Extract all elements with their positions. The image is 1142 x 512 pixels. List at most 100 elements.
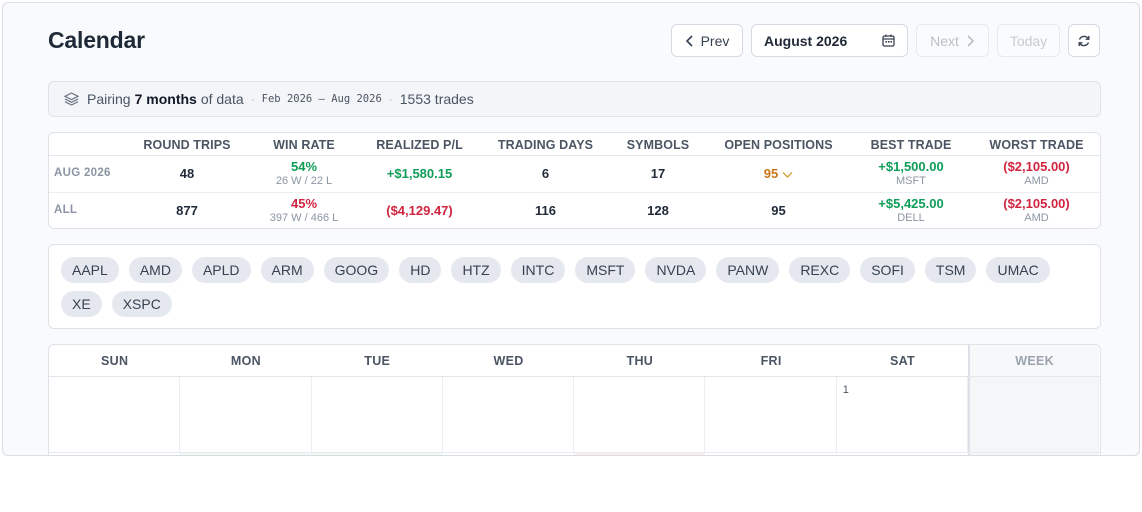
symbol-chip-amd[interactable]: AMD: [128, 257, 182, 283]
page-title: Calendar: [48, 27, 145, 53]
worst-trade-value: ($2,105.00): [1003, 195, 1070, 211]
best-trade-value: +$1,500.00: [878, 158, 944, 174]
pairing-suffix: of data: [200, 91, 244, 107]
next-week-preview: [49, 453, 1100, 455]
worst-trade-symbol: AMD: [1024, 174, 1049, 187]
weekday-header: TUE: [364, 353, 391, 368]
win-rate-sub: 26 W / 22 L: [275, 174, 333, 187]
day-cell-empty: [49, 377, 181, 452]
day-cell-empty: [312, 377, 443, 452]
symbol-chip-aapl[interactable]: AAPL: [61, 257, 119, 283]
calendar-header: SUN MON TUE WED THU FRI SAT WEEK: [49, 345, 1100, 377]
day-number: 1: [842, 384, 849, 396]
stats-row-month: AUG 2026 48 54% 26 W / 22 L +$1,580.15 6 …: [49, 155, 1100, 193]
best-trade-cell: +$1,500.00 MSFT: [851, 155, 971, 193]
row-label: AUG 2026: [49, 155, 124, 193]
week-summary-cell: [968, 377, 1100, 452]
win-rate-cell: 45% 397 W / 466 L: [250, 192, 358, 228]
row-label: ALL: [54, 204, 78, 217]
refresh-button[interactable]: [1068, 24, 1100, 57]
weekday-header: SAT: [889, 353, 915, 368]
round-trips-value: 48: [124, 155, 250, 193]
symbols-value: 17: [610, 155, 706, 193]
symbol-chip-intc[interactable]: INTC: [510, 257, 566, 283]
weekday-header: MON: [230, 353, 261, 368]
pairing-info-bar: Pairing 7 months of data · Feb 2026 – Au…: [48, 81, 1101, 117]
pairing-trades: 1553 trades: [399, 91, 474, 107]
best-trade-symbol: MSFT: [896, 174, 926, 187]
symbol-chip-nvda[interactable]: NVDA: [645, 257, 707, 283]
chevron-left-icon: [685, 34, 693, 47]
chevron-down-icon: [782, 171, 793, 178]
symbol-chip-apld[interactable]: APLD: [191, 257, 251, 283]
symbols-value: 128: [647, 203, 669, 219]
symbol-chip-arm[interactable]: ARM: [260, 257, 314, 283]
worst-trade-cell: ($2,105.00) AMD: [971, 155, 1100, 193]
open-positions-value: 95: [763, 166, 779, 181]
week-summary-preview: [968, 453, 1100, 455]
weekday-header: FRI: [760, 353, 782, 368]
col-header: WORST TRADE: [971, 133, 1100, 156]
trading-days-value: 6: [481, 155, 610, 193]
separator-dot: ·: [250, 92, 255, 106]
day-cell-preview: [442, 453, 575, 455]
weekday-header: THU: [626, 353, 654, 368]
win-rate-value: 54%: [290, 158, 318, 174]
next-button[interactable]: Next: [916, 24, 989, 57]
symbol-filter-panel: AAPL AMD APLD ARM GOOG HD HTZ INTC MSFT NVDA PANW R…: [48, 244, 1101, 329]
weekday-header: WED: [493, 353, 524, 368]
symbol-chip-goog[interactable]: GOOG: [323, 257, 390, 283]
worst-trade-value: ($2,105.00): [1003, 158, 1070, 174]
col-header: SYMBOLS: [610, 133, 706, 156]
symbol-chip-xe[interactable]: XE: [61, 291, 102, 317]
pairing-months: 7 months: [134, 91, 197, 107]
best-trade-value: +$5,425.00: [878, 195, 944, 211]
day-cell-empty: [180, 377, 312, 452]
stats-corner: [49, 133, 124, 156]
best-trade-symbol: DELL: [897, 211, 925, 224]
stats-table: ROUND TRIPS WIN RATE REALIZED P/L TRADIN…: [48, 132, 1101, 229]
symbol-chip-sofi[interactable]: SOFI: [860, 257, 915, 283]
worst-trade-cell: ($2,105.00) AMD: [971, 192, 1100, 228]
separator-dot: ·: [388, 92, 393, 106]
symbol-chip-panw[interactable]: PANW: [716, 257, 780, 283]
day-cell[interactable]: 1: [837, 377, 969, 452]
calendar-grid: SUN MON TUE WED THU FRI SAT WEEK 1: [48, 344, 1101, 455]
symbol-chip-rexc[interactable]: REXC: [789, 257, 851, 283]
day-cell-preview: [574, 453, 706, 455]
week-header: WEEK: [968, 345, 1100, 376]
col-header: WIN RATE: [250, 133, 358, 156]
symbol-chip-htz[interactable]: HTZ: [451, 257, 501, 283]
day-cell-empty: [705, 377, 837, 452]
app-window: Calendar Prev August 2026 Next Today Pai…: [2, 2, 1140, 456]
prev-label: Prev: [700, 32, 730, 49]
open-positions-toggle[interactable]: 95: [706, 155, 851, 193]
stats-header-row: ROUND TRIPS WIN RATE REALIZED P/L TRADIN…: [49, 133, 1100, 156]
realized-pl-value: +$1,580.15: [358, 155, 481, 193]
symbol-chip-xspc[interactable]: XSPC: [111, 291, 172, 317]
col-header: OPEN POSITIONS: [706, 133, 851, 156]
month-label: August 2026: [764, 32, 848, 49]
layers-icon: [64, 92, 79, 106]
day-cell-preview: [49, 453, 181, 455]
symbol-chips: AAPL AMD APLD ARM GOOG HD HTZ INTC MSFT NVDA PANW R…: [61, 257, 1088, 317]
next-label: Next: [930, 32, 959, 49]
month-picker[interactable]: August 2026: [751, 24, 908, 57]
worst-trade-symbol: AMD: [1024, 211, 1049, 224]
symbol-chip-umac[interactable]: UMAC: [986, 257, 1050, 283]
chevron-right-icon: [967, 34, 975, 47]
col-header: ROUND TRIPS: [124, 133, 250, 156]
symbol-chip-msft[interactable]: MSFT: [575, 257, 636, 283]
win-rate-sub: 397 W / 466 L: [269, 211, 339, 224]
day-cell-preview: [311, 453, 443, 455]
prev-button[interactable]: Prev: [671, 24, 743, 57]
stats-row-all: ALL 877 45% 397 W / 466 L ($4,129.47) 116…: [49, 192, 1100, 228]
weekday-header: SUN: [101, 353, 129, 368]
win-rate-cell: 54% 26 W / 22 L: [250, 155, 358, 193]
refresh-icon: [1078, 35, 1090, 46]
symbol-chip-hd[interactable]: HD: [399, 257, 442, 283]
day-cell-preview: [180, 453, 312, 455]
symbol-chip-tsm[interactable]: TSM: [924, 257, 977, 283]
best-trade-cell: +$5,425.00 DELL: [851, 192, 971, 228]
today-button[interactable]: Today: [997, 24, 1060, 57]
